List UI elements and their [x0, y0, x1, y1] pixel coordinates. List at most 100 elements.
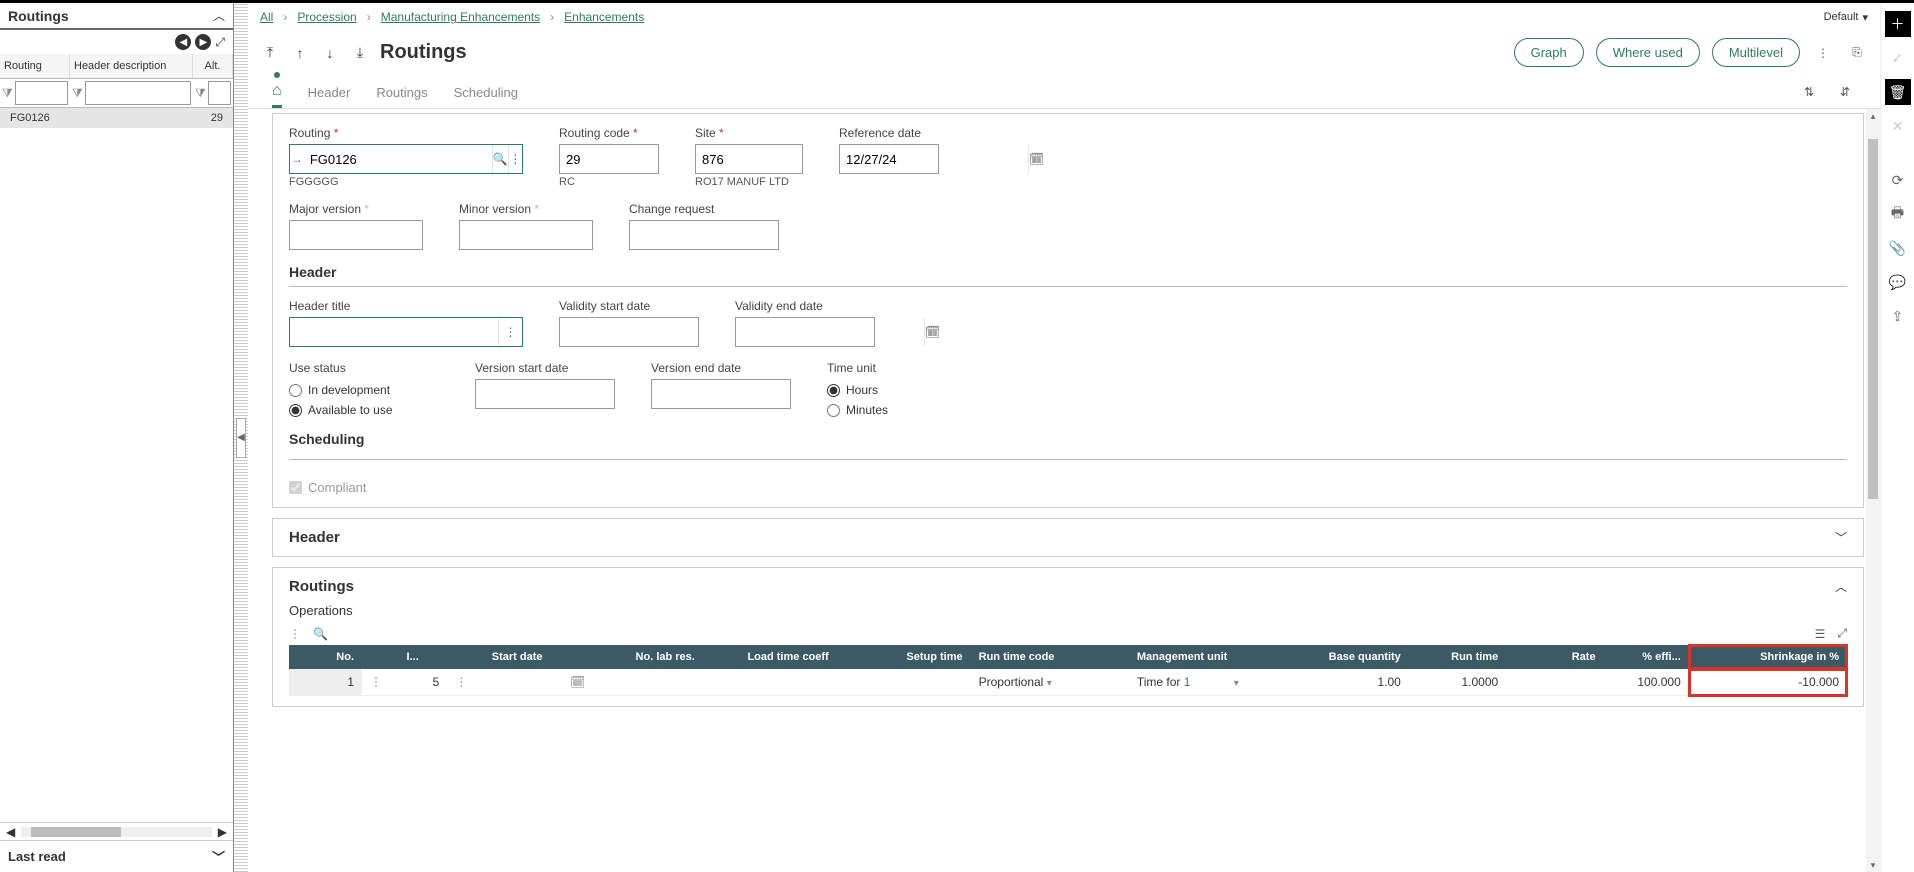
- col-shrink[interactable]: Shrinkage in %: [1689, 645, 1847, 669]
- multilevel-button[interactable]: Multilevel: [1712, 38, 1800, 67]
- expand-all-icon[interactable]: ⇵: [1834, 81, 1856, 103]
- panel-divider[interactable]: ◀: [234, 3, 248, 872]
- scrollbar-thumb[interactable]: [31, 827, 121, 837]
- minutes-radio[interactable]: Minutes: [827, 403, 888, 417]
- calendar-icon[interactable]: 🗓: [1028, 145, 1044, 173]
- nav-next-icon[interactable]: ▶: [195, 34, 211, 50]
- col-effi[interactable]: % effi...: [1604, 645, 1689, 669]
- tab-routings[interactable]: Routings: [376, 77, 427, 108]
- comment-icon[interactable]: 💬: [1885, 269, 1911, 295]
- collapse-handle-icon[interactable]: ◀: [236, 418, 246, 458]
- verend-input[interactable]: [652, 380, 840, 408]
- col-runtime[interactable]: Run time: [1409, 645, 1506, 669]
- export-icon[interactable]: ⇪: [1885, 303, 1911, 329]
- col-routing[interactable]: Routing: [0, 54, 70, 78]
- expand-grid-icon[interactable]: ⤢: [1837, 626, 1847, 641]
- collapse-all-icon[interactable]: ⇅: [1798, 81, 1820, 103]
- graph-button[interactable]: Graph: [1514, 38, 1584, 67]
- row-menu-icon[interactable]: ⋮: [455, 675, 467, 689]
- cell-mgmt[interactable]: Time for 1 ▾: [1129, 669, 1287, 696]
- kebab-menu-icon[interactable]: ⋮: [1812, 42, 1834, 64]
- tab-header[interactable]: Header: [308, 77, 351, 108]
- prev-record-icon[interactable]: ↑: [290, 45, 310, 61]
- default-dropdown[interactable]: Default ▾: [1824, 11, 1868, 24]
- use-dev-radio[interactable]: In development: [289, 383, 439, 397]
- nav-prev-icon[interactable]: ◀: [175, 34, 191, 50]
- scroll-right-icon[interactable]: ▶: [218, 825, 227, 839]
- header-collapse-card[interactable]: Header ﹀: [272, 518, 1864, 557]
- table-row[interactable]: 1 ⋮ 5 ⋮ 🗓 Proportional ▾ Time for 1 ▾ 1.…: [289, 669, 1847, 696]
- tab-scheduling[interactable]: Scheduling: [454, 77, 518, 108]
- filter-icon[interactable]: ⧩: [72, 86, 83, 101]
- filter-routing[interactable]: [15, 81, 68, 105]
- site-sub: RO17 MANUF LTD: [695, 176, 803, 188]
- col-rate[interactable]: Rate: [1506, 645, 1603, 669]
- filter-alt[interactable]: [208, 81, 231, 105]
- crumb-procession[interactable]: Procession: [297, 10, 356, 24]
- filter-icon[interactable]: ⧩: [2, 86, 13, 101]
- last-record-icon[interactable]: ⤓: [350, 44, 370, 61]
- link-icon[interactable]: →: [290, 145, 304, 173]
- expand-icon[interactable]: ⤢: [215, 35, 225, 50]
- layers-icon[interactable]: ☰: [1815, 627, 1826, 641]
- chevron-up-icon[interactable]: ︿: [1835, 578, 1847, 595]
- exit-icon[interactable]: ⎘: [1846, 42, 1868, 64]
- filter-icon[interactable]: ⧩: [195, 86, 206, 101]
- col-start[interactable]: Start date: [484, 645, 594, 669]
- calendar-icon[interactable]: 🗓: [924, 318, 940, 346]
- col-menu2: [447, 645, 484, 669]
- next-record-icon[interactable]: ↓: [320, 45, 340, 61]
- crumb-enh[interactable]: Enhancements: [564, 10, 644, 24]
- grid-search-icon[interactable]: 🔍: [313, 627, 328, 641]
- search-icon[interactable]: 🔍: [492, 145, 508, 173]
- operations-table: No. I... Start date No. lab res. Load ti…: [289, 645, 1847, 696]
- crumb-mfg[interactable]: Manufacturing Enhancements: [381, 10, 540, 24]
- col-load[interactable]: Load time coeff: [703, 645, 837, 669]
- hours-radio[interactable]: Hours: [827, 383, 888, 397]
- col-rtcode[interactable]: Run time code: [971, 645, 1129, 669]
- cell-effi: 100.000: [1604, 669, 1689, 696]
- chg-input[interactable]: [630, 221, 818, 249]
- minv-input[interactable]: [460, 221, 648, 249]
- kebab-icon[interactable]: ⋮: [508, 145, 522, 173]
- add-icon[interactable]: ＋: [1885, 11, 1911, 37]
- col-baseq[interactable]: Base quantity: [1287, 645, 1409, 669]
- col-no[interactable]: No.: [289, 645, 362, 669]
- kebab-icon[interactable]: ⋮: [498, 318, 522, 346]
- routing-input[interactable]: [304, 145, 492, 173]
- filter-desc[interactable]: [85, 81, 191, 105]
- col-mgmt[interactable]: Management unit: [1129, 645, 1287, 669]
- chevron-down-icon[interactable]: ﹀: [212, 847, 225, 866]
- majv-input[interactable]: [290, 221, 478, 249]
- col-setup[interactable]: Setup time: [837, 645, 971, 669]
- vstart-input[interactable]: [560, 318, 748, 346]
- home-tab[interactable]: ⌂: [272, 74, 282, 108]
- print-icon[interactable]: 🖶: [1885, 201, 1911, 227]
- refdate-input[interactable]: [840, 145, 1028, 173]
- where-used-button[interactable]: Where used: [1596, 38, 1700, 67]
- col-desc[interactable]: Header description: [70, 54, 193, 78]
- vertical-scrollbar[interactable]: ▴ ▾: [1866, 109, 1880, 872]
- attach-icon[interactable]: 📎: [1885, 235, 1911, 261]
- collapse-panel-icon[interactable]: ︿: [213, 7, 225, 24]
- verstart-input[interactable]: [476, 380, 664, 408]
- col-i[interactable]: I...: [399, 645, 448, 669]
- refresh-icon[interactable]: ⟳: [1885, 167, 1911, 193]
- vstart-label: Validity start date: [559, 299, 699, 313]
- scroll-left-icon[interactable]: ◀: [6, 825, 15, 839]
- routing-label: Routing: [289, 126, 523, 140]
- col-lab[interactable]: No. lab res.: [593, 645, 703, 669]
- row-menu-icon[interactable]: ⋮: [370, 675, 382, 689]
- col-alt[interactable]: Alt.: [193, 54, 233, 78]
- list-row[interactable]: FG0126 29: [0, 108, 233, 128]
- delete-icon[interactable]: 🗑: [1885, 79, 1911, 105]
- routing-input-wrap: → 🔍 ⋮: [289, 144, 523, 174]
- calendar-icon[interactable]: 🗓: [570, 675, 585, 689]
- grid-menu-icon[interactable]: ⋮: [289, 627, 301, 641]
- crumb-all[interactable]: All: [260, 10, 273, 24]
- vend-input[interactable]: [736, 318, 924, 346]
- use-avail-radio[interactable]: Available to use: [289, 403, 439, 417]
- headt-input[interactable]: [290, 318, 498, 346]
- first-record-icon[interactable]: ⤒: [260, 44, 280, 61]
- cell-rtcode[interactable]: Proportional ▾: [971, 669, 1129, 696]
